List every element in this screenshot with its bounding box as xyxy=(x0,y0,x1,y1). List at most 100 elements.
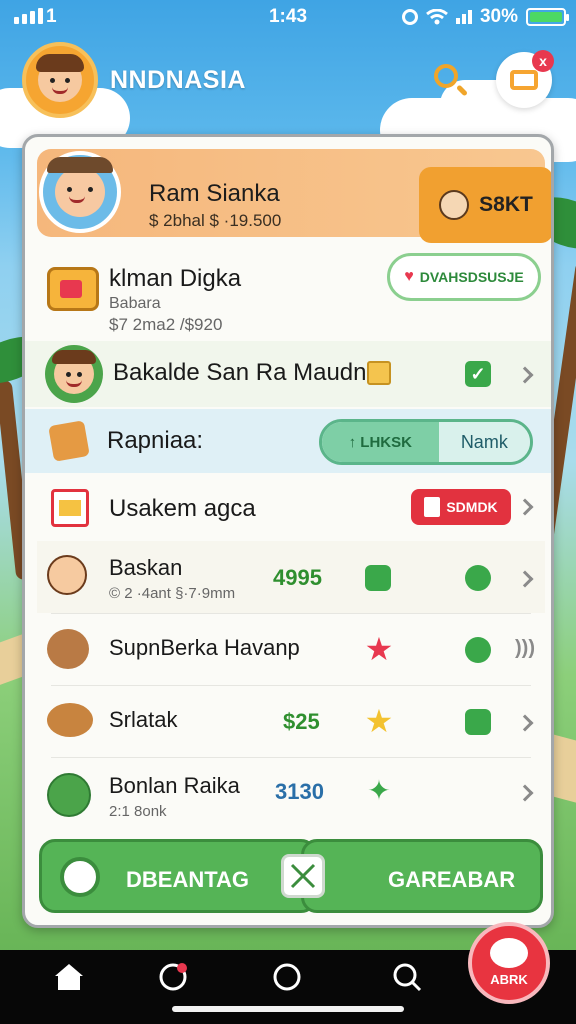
list-item-subtitle: 2:1 8onk xyxy=(109,803,167,820)
floating-action-button[interactable]: ABRK xyxy=(468,922,550,1004)
home-icon xyxy=(55,964,83,990)
close-icon xyxy=(290,863,316,889)
list-item-value: 4995 xyxy=(273,565,322,590)
segmented-control[interactable]: ↑ LHKSK Namk xyxy=(319,419,533,465)
segment-left[interactable]: ↑ LHKSK xyxy=(322,422,439,462)
save-icon[interactable] xyxy=(365,565,391,591)
row-title: Usakem agca xyxy=(109,495,256,522)
profile-avatar[interactable] xyxy=(39,151,121,233)
row-amount: $7 2ma2 /$920 xyxy=(109,315,223,334)
avatar-face-icon xyxy=(36,54,84,102)
swap-toggle[interactable] xyxy=(281,854,325,898)
camera-icon xyxy=(45,261,101,317)
battery-icon xyxy=(526,8,569,26)
list-item[interactable]: Srlatak $25 ★ xyxy=(37,687,545,757)
chevron-right-icon xyxy=(516,714,534,732)
status-pill-label: DVAHSDSUSJE xyxy=(419,269,524,285)
document-icon xyxy=(424,497,441,517)
main-card: Ram Sianka $ 2bhal $ ·19.500 S8KT klman … xyxy=(22,134,554,928)
profile-name: Ram Sianka xyxy=(149,180,280,207)
alert-badge[interactable]: SDMDK xyxy=(411,489,511,525)
save-icon[interactable] xyxy=(465,709,491,735)
chevron-right-icon xyxy=(516,498,534,516)
chevron-right-icon xyxy=(516,784,534,802)
list-item[interactable]: Rapniaa: ↑ LHKSK Namk xyxy=(25,409,551,473)
left-action-button[interactable]: DBEANTAG xyxy=(39,839,317,913)
mascot-icon xyxy=(490,938,528,968)
location-icon xyxy=(401,9,418,25)
tab-chat[interactable] xyxy=(156,960,196,1000)
list-item[interactable]: Baskan © 2 ·4ant §·7·9mm 4995 xyxy=(37,541,545,613)
tab-search[interactable] xyxy=(390,960,430,1000)
wifi-icon xyxy=(426,9,448,25)
list-item-title: SupnBerka Havanp xyxy=(109,635,300,660)
profile-subtitle: $ 2bhal $ ·19.500 xyxy=(149,211,282,230)
chevron-right-icon xyxy=(516,570,534,588)
right-action-label: GAREABAR xyxy=(388,867,516,892)
list-item-value: 3130 xyxy=(275,779,324,804)
fab-label: ABRK xyxy=(490,972,528,987)
inbox-icon xyxy=(510,70,538,90)
download-icon[interactable] xyxy=(465,565,491,591)
tab-center[interactable] xyxy=(270,960,310,1000)
tab-home[interactable] xyxy=(52,960,92,1000)
row-title: Bakalde San Ra Maudn xyxy=(113,359,367,386)
list-item[interactable]: Bonlan Raika 2:1 8onk 3130 ✦ xyxy=(37,759,545,833)
divider xyxy=(51,685,531,686)
person-avatar-icon xyxy=(45,345,103,403)
divider xyxy=(51,757,531,758)
notifications-button[interactable]: x xyxy=(496,50,554,108)
star-icon[interactable]: ★ xyxy=(363,705,395,737)
app-title: NNDNASIA xyxy=(110,66,246,94)
list-item[interactable]: Usakem agca SDMDK xyxy=(37,477,545,539)
user-avatar[interactable] xyxy=(22,42,98,118)
search-icon xyxy=(393,963,422,992)
list-item[interactable]: SupnBerka Havanp ★ ))) xyxy=(37,615,545,685)
list-item-title: Baskan xyxy=(109,555,183,580)
divider xyxy=(51,613,531,614)
heart-icon: ♥ xyxy=(404,268,414,285)
list-item[interactable]: Bakalde San Ra Maudn ✓ xyxy=(25,341,551,407)
search-button[interactable] xyxy=(428,58,472,102)
battery-percent: 30% xyxy=(479,6,518,27)
alert-badge-label: SDMDK xyxy=(446,499,498,515)
monkey-icon xyxy=(47,629,89,669)
chevron-right-icon xyxy=(516,366,534,384)
profile-action-label: S8KT xyxy=(479,193,533,216)
chat-icon xyxy=(159,963,187,991)
box-icon xyxy=(48,420,90,462)
cell-signal-icon xyxy=(455,10,472,24)
picture-icon xyxy=(51,489,89,527)
action-bar: DBEANTAG GAREABAR xyxy=(39,839,543,913)
profile-action-button[interactable]: S8KT xyxy=(419,167,551,243)
list-item-subtitle: © 2 ·4ant §·7·9mm xyxy=(109,585,236,602)
segment-right[interactable]: Namk xyxy=(438,422,530,462)
leaf-icon[interactable]: ✦ xyxy=(365,777,393,805)
menu-icon xyxy=(60,857,100,897)
person-icon xyxy=(47,555,87,595)
list-item-value: $25 xyxy=(283,709,320,734)
sound-icon[interactable]: ))) xyxy=(515,637,535,660)
list-item-title: Srlatak xyxy=(109,707,178,732)
status-bar: 1 1:43 30% xyxy=(0,0,576,36)
star-icon[interactable]: ★ xyxy=(363,633,395,665)
search-icon xyxy=(434,64,458,88)
status-pill[interactable]: ♥ DVAHSDSUSJE xyxy=(387,253,541,301)
row-subtitle: Babara xyxy=(109,295,161,312)
globe-icon xyxy=(47,773,91,817)
note-icon xyxy=(367,361,391,385)
checkbox-icon[interactable]: ✓ xyxy=(465,361,491,387)
notification-badge: x xyxy=(532,50,554,72)
animal-icon xyxy=(47,703,93,737)
face-icon xyxy=(439,190,470,220)
row-title: Rapniaa: xyxy=(107,427,204,454)
list-item-title: Bonlan Raika xyxy=(109,773,240,798)
right-action-button[interactable]: GAREABAR xyxy=(301,839,543,913)
left-action-label: DBEANTAG xyxy=(126,867,250,892)
home-indicator xyxy=(172,1006,404,1012)
circle-icon xyxy=(273,963,301,991)
avatar-face-icon xyxy=(47,157,113,217)
download-icon[interactable] xyxy=(465,637,491,663)
row-title: klman Digka xyxy=(109,265,242,292)
list-item[interactable]: klman Digka Babara $7 2ma2 /$920 ♥ DVAHS… xyxy=(37,245,545,335)
